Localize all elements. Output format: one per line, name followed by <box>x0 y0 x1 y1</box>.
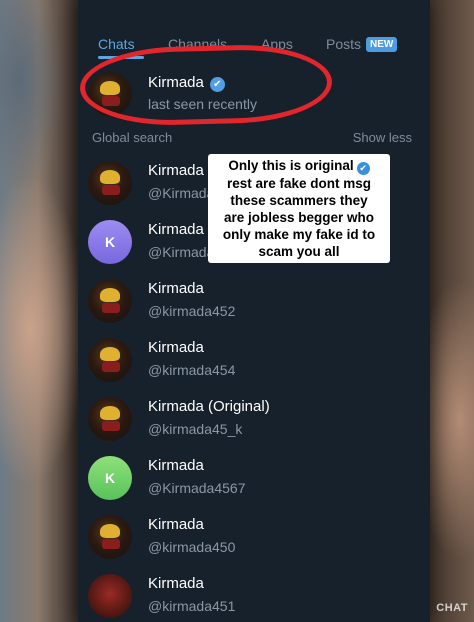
show-less-link[interactable]: Show less <box>353 130 412 145</box>
result-username: @Kirmada <box>148 185 215 201</box>
result-username: @kirmada45_k <box>148 421 243 437</box>
result-username: @Kirmada4567 <box>148 480 246 496</box>
tab-posts[interactable]: Posts NEW <box>326 36 398 52</box>
result-username: @kirmada452 <box>148 303 236 319</box>
avatar <box>88 279 132 323</box>
avatar <box>88 515 132 559</box>
result-username: @kirmada451 <box>148 598 236 614</box>
search-result-row[interactable]: Kirmada @kirmada452 <box>78 272 430 330</box>
search-result-row[interactable]: Kirmada @kirmada450 <box>78 508 430 566</box>
result-name: Kirmada <box>148 221 204 238</box>
search-result-row[interactable]: Kirmada @kirmada454 <box>78 331 430 389</box>
result-name: Kirmada <box>148 280 204 297</box>
result-name: Kirmada <box>148 575 204 592</box>
annotation-line: are jobless begger who <box>223 210 375 225</box>
result-username: @kirmada450 <box>148 539 236 555</box>
result-name: Kirmada <box>148 516 204 533</box>
tab-posts-label: Posts <box>326 36 362 52</box>
result-name: Kirmada (Original) <box>148 398 270 415</box>
new-badge: NEW <box>366 37 398 52</box>
result-username: @kirmada454 <box>148 362 236 378</box>
search-result-row[interactable]: Kirmada @kirmada451 <box>78 567 430 622</box>
watermark: CHAT <box>436 602 468 614</box>
annotation-line: scam you all <box>258 244 340 259</box>
annotation-line: Only this is original ✔ <box>212 157 386 175</box>
result-name: Kirmada <box>148 339 204 356</box>
annotation-line-text: Only this is original <box>228 158 354 173</box>
search-result-row[interactable]: K Kirmada @Kirmada4567 <box>78 449 430 507</box>
annotation-line: rest are fake dont msg <box>226 176 372 191</box>
avatar <box>88 397 132 441</box>
annotation-line: only make my fake id to <box>222 227 376 242</box>
avatar <box>88 161 132 205</box>
avatar: K <box>88 456 132 500</box>
annotation-line: these scammers they <box>230 193 368 208</box>
annotation-box: Only this is original ✔ rest are fake don… <box>208 154 390 263</box>
avatar: K <box>88 220 132 264</box>
result-name: Kirmada <box>148 162 204 179</box>
tab-chats[interactable]: Chats <box>98 36 135 52</box>
verified-icon: ✔ <box>356 162 370 175</box>
global-search-header: Global search Show less <box>78 130 430 148</box>
result-name: Kirmada <box>148 457 204 474</box>
global-search-label: Global search <box>92 130 173 145</box>
avatar <box>88 574 132 618</box>
search-result-row[interactable]: Kirmada (Original) @kirmada45_k <box>78 390 430 448</box>
avatar <box>88 338 132 382</box>
